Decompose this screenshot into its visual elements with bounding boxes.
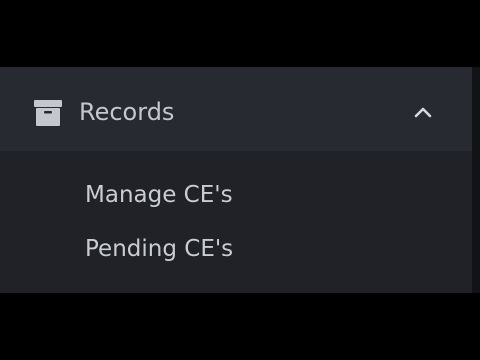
records-submenu: Manage CE's Pending CE's (0, 151, 472, 293)
sidebar-panel: Records Manage CE's Pending CE's (0, 67, 472, 293)
submenu-item-pending-ces[interactable]: Pending CE's (85, 234, 233, 264)
records-section-toggle[interactable]: Records (0, 67, 472, 151)
letterbox-bottom (0, 293, 480, 360)
letterbox-top (0, 0, 480, 67)
submenu-item-manage-ces[interactable]: Manage CE's (85, 180, 233, 210)
chevron-up-icon[interactable] (413, 105, 433, 119)
sidebar-scrollbar[interactable] (472, 67, 480, 293)
records-section-label: Records (79, 98, 175, 126)
archive-box-icon (34, 100, 62, 126)
